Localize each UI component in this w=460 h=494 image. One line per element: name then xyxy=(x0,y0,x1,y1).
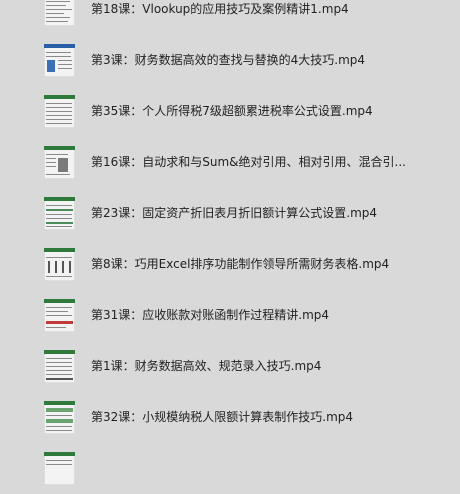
video-title[interactable]: 第1课：财务数据高效、规范录入技巧.mp4 xyxy=(91,358,431,374)
playlist-item[interactable]: 第31课：应收账款对账函制作过程精讲.mp4 xyxy=(0,290,460,341)
playlist-item[interactable]: 第32课：小规模纳税人限额计算表制作技巧.mp4 xyxy=(0,392,460,443)
playlist-item[interactable]: 第35课：个人所得税7级超额累进税率公式设置.mp4 xyxy=(0,86,460,137)
video-title[interactable]: 第35课：个人所得税7级超额累进税率公式设置.mp4 xyxy=(91,103,431,119)
video-title[interactable]: 第16课：自动求和与Sum&绝对引用、相对引用、混合引... xyxy=(91,154,431,170)
video-title[interactable]: 第32课：小规模纳税人限额计算表制作技巧.mp4 xyxy=(91,409,431,425)
video-thumbnail[interactable] xyxy=(44,197,75,230)
video-title[interactable]: 第23课：固定资产折旧表月折旧额计算公式设置.mp4 xyxy=(91,205,431,221)
video-thumbnail[interactable] xyxy=(44,248,75,281)
video-thumbnail[interactable] xyxy=(44,146,75,179)
video-thumbnail[interactable] xyxy=(44,0,75,26)
playlist-item[interactable]: 第3课：财务数据高效的查找与替换的4大技巧.mp4 xyxy=(0,35,460,86)
video-thumbnail[interactable] xyxy=(44,95,75,128)
video-thumbnail[interactable] xyxy=(44,401,75,434)
playlist-item[interactable]: 第8课：巧用Excel排序功能制作领导所需财务表格.mp4 xyxy=(0,239,460,290)
video-thumbnail[interactable] xyxy=(44,350,75,383)
video-title[interactable]: 第31课：应收账款对账函制作过程精讲.mp4 xyxy=(91,307,431,323)
video-title[interactable]: 第8课：巧用Excel排序功能制作领导所需财务表格.mp4 xyxy=(91,256,431,272)
playlist-item[interactable]: 第16课：自动求和与Sum&绝对引用、相对引用、混合引... xyxy=(0,137,460,188)
video-title[interactable]: 第18课：Vlookup的应用技巧及案例精讲1.mp4 xyxy=(91,1,431,17)
playlist-item[interactable]: 第18课：Vlookup的应用技巧及案例精讲1.mp4 xyxy=(0,0,460,35)
playlist-item[interactable]: 第23课：固定资产折旧表月折旧额计算公式设置.mp4 xyxy=(0,188,460,239)
playlist-item[interactable] xyxy=(0,443,460,494)
video-thumbnail[interactable] xyxy=(44,44,75,77)
playlist-item[interactable]: 第1课：财务数据高效、规范录入技巧.mp4 xyxy=(0,341,460,392)
video-playlist: 第18课：Vlookup的应用技巧及案例精讲1.mp4 第3课：财务数据高效的查… xyxy=(0,0,460,494)
video-title[interactable]: 第3课：财务数据高效的查找与替换的4大技巧.mp4 xyxy=(91,52,431,68)
video-thumbnail[interactable] xyxy=(44,452,75,485)
video-thumbnail[interactable] xyxy=(44,299,75,332)
